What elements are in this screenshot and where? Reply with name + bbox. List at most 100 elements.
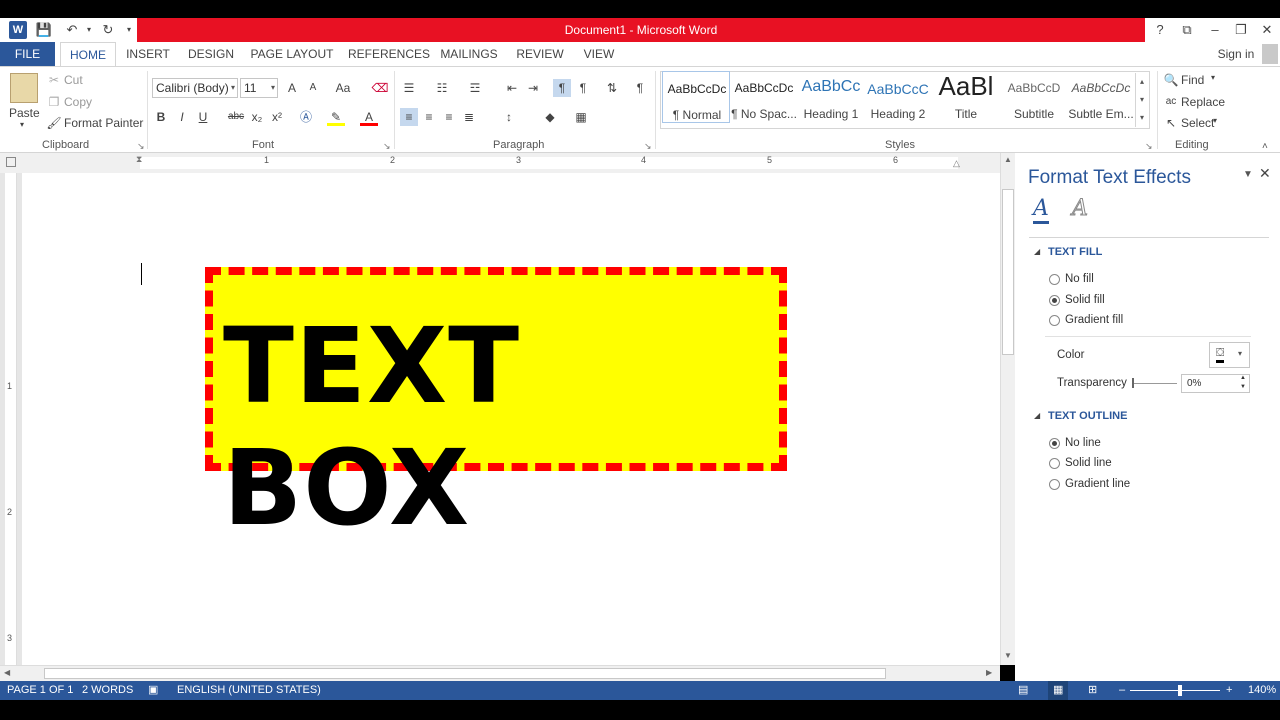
zoom-in-icon[interactable]: + [1226,681,1232,700]
format-painter-button[interactable]: Format Painter [64,116,143,130]
shrink-font-button[interactable]: A [304,79,322,97]
color-picker-button[interactable]: ⛋ ▾ [1209,342,1250,368]
clipboard-launcher-icon[interactable]: ↘ [137,141,145,152]
replace-button[interactable]: Replace [1181,95,1225,109]
tab-insert[interactable]: INSERT [122,42,174,66]
horizontal-scroll-thumb[interactable] [44,668,886,679]
paste-dropdown-icon[interactable]: ▾ [20,120,24,129]
vertical-scrollbar[interactable]: ▲ ▼ [1000,153,1015,665]
scroll-right-icon[interactable]: ▶ [986,668,992,677]
sign-in-link[interactable]: Sign in [1214,42,1258,66]
vertical-scroll-thumb[interactable] [1002,189,1014,355]
clear-formatting-icon[interactable]: ⌫ [371,79,389,97]
language[interactable]: ENGLISH (UNITED STATES) [177,681,321,700]
gradient-line-label[interactable]: Gradient line [1065,478,1130,490]
paragraph-launcher-icon[interactable]: ↘ [644,141,652,152]
bullets-icon[interactable]: ☰ [400,79,418,97]
spinner-icon[interactable]: ▲ ▼ [1240,374,1246,392]
page-count[interactable]: PAGE 1 OF 1 [7,681,73,700]
transparency-slider-thumb[interactable] [1132,378,1134,388]
tab-page-layout[interactable]: PAGE LAYOUT [250,42,334,66]
align-left-icon[interactable]: ≡ [400,108,418,126]
show-formatting-button[interactable]: ¶ [631,79,649,97]
cut-button[interactable]: Cut [64,73,83,87]
scroll-up-icon[interactable]: ▲ [1004,155,1012,164]
underline-button[interactable]: U [194,108,212,126]
collapse-ribbon-icon[interactable]: ˄ [1262,141,1268,152]
font-size-select[interactable]: 11 ▾ [240,78,278,98]
customize-qat-icon[interactable]: ▾ [120,21,138,39]
style-heading-2[interactable]: AaBbCcC Heading 2 [864,71,932,123]
line-spacing-icon[interactable]: ↕ [500,108,518,126]
tab-file[interactable]: FILE [0,42,55,66]
align-center-icon[interactable]: ≡ [420,108,438,126]
numbering-icon[interactable]: ☷ [433,79,451,97]
collapse-icon[interactable]: ◢ [1034,411,1040,420]
tab-selector[interactable] [6,157,16,167]
paste-button[interactable]: Paste [9,106,40,120]
tab-review[interactable]: REVIEW [514,42,566,66]
decrease-indent-icon[interactable]: ⇤ [503,79,521,97]
paste-icon[interactable] [10,73,38,103]
collapse-icon[interactable]: ◢ [1034,247,1040,256]
change-case-button[interactable]: Aa [331,79,355,97]
read-mode-icon[interactable]: ▤ [1018,681,1028,700]
subscript-button[interactable]: x₂ [248,108,266,126]
find-button[interactable]: Find [1181,73,1204,87]
gradient-fill-label[interactable]: Gradient fill [1065,314,1123,326]
grow-font-button[interactable]: A [283,79,301,97]
zoom-level[interactable]: 140% [1248,681,1276,700]
ltr-direction-icon[interactable]: ¶ [553,79,571,97]
undo-icon[interactable]: ↶ [63,21,81,39]
zoom-slider-thumb[interactable] [1178,685,1182,696]
transparency-input[interactable]: 0% ▲ ▼ [1181,374,1250,393]
select-dropdown-icon[interactable]: ▾ [1213,116,1217,125]
text-fill-header[interactable]: TEXT FILL [1048,246,1102,258]
horizontal-scrollbar[interactable]: ◀ ▶ [0,665,1000,681]
bold-button[interactable]: B [152,108,170,126]
indent-marker-icon[interactable]: ⧗ [136,154,142,165]
strikethrough-button[interactable]: abc [225,108,247,126]
text-outline-header[interactable]: TEXT OUTLINE [1048,410,1127,422]
text-box-content[interactable]: TEXT BOX [223,305,779,549]
no-line-radio[interactable] [1049,438,1060,449]
ribbon-display-options-icon[interactable]: ⧉ [1172,18,1202,42]
select-button[interactable]: Select [1181,116,1214,130]
scroll-left-icon[interactable]: ◀ [4,668,10,677]
font-name-select[interactable]: Calibri (Body) ▾ [152,78,238,98]
word-count[interactable]: 2 WORDS [82,681,133,700]
rtl-direction-icon[interactable]: ¶ [574,79,592,97]
gradient-line-radio[interactable] [1049,479,1060,490]
tab-view[interactable]: VIEW [578,42,620,66]
no-line-label[interactable]: No line [1065,437,1101,449]
pane-options-icon[interactable]: ▼ [1243,169,1253,180]
tab-mailings[interactable]: MAILINGS [436,42,502,66]
proofing-icon[interactable]: ▣ [148,681,158,700]
justify-icon[interactable]: ≣ [460,108,478,126]
close-icon[interactable]: ✕ [1252,18,1280,42]
find-dropdown-icon[interactable]: ▾ [1211,73,1215,82]
no-fill-label[interactable]: No fill [1065,273,1094,285]
redo-icon[interactable]: ↻ [99,21,117,39]
save-icon[interactable]: 💾 [35,21,53,39]
text-effects-icon[interactable]: Ⓐ [297,108,315,126]
vertical-ruler[interactable]: 1 2 3 [5,173,17,665]
style-title[interactable]: AaBl Title [932,71,1000,123]
text-effects-tab-icon[interactable]: A [1072,196,1089,221]
italic-button[interactable]: I [173,108,191,126]
horizontal-ruler[interactable]: 1 2 3 4 5 6 ⧗ △ [0,153,1015,173]
print-layout-icon[interactable]: ▦ [1048,681,1069,700]
tab-references[interactable]: REFERENCES [348,42,430,66]
scroll-down-icon[interactable]: ▼ [1004,651,1012,660]
style-no-spacing[interactable]: AaBbCcDc ¶ No Spac... [730,71,798,123]
styles-launcher-icon[interactable]: ↘ [1145,141,1153,152]
text-fill-outline-icon[interactable]: A [1033,197,1049,224]
avatar[interactable] [1262,44,1278,64]
zoom-slider[interactable] [1130,690,1220,691]
solid-line-radio[interactable] [1049,458,1060,469]
pane-close-icon[interactable]: ✕ [1259,165,1271,182]
zoom-out-icon[interactable]: – [1119,681,1125,700]
copy-button[interactable]: Copy [64,95,92,109]
highlight-color-icon[interactable]: ✎ [327,108,345,126]
help-button[interactable]: ? [1145,18,1175,42]
